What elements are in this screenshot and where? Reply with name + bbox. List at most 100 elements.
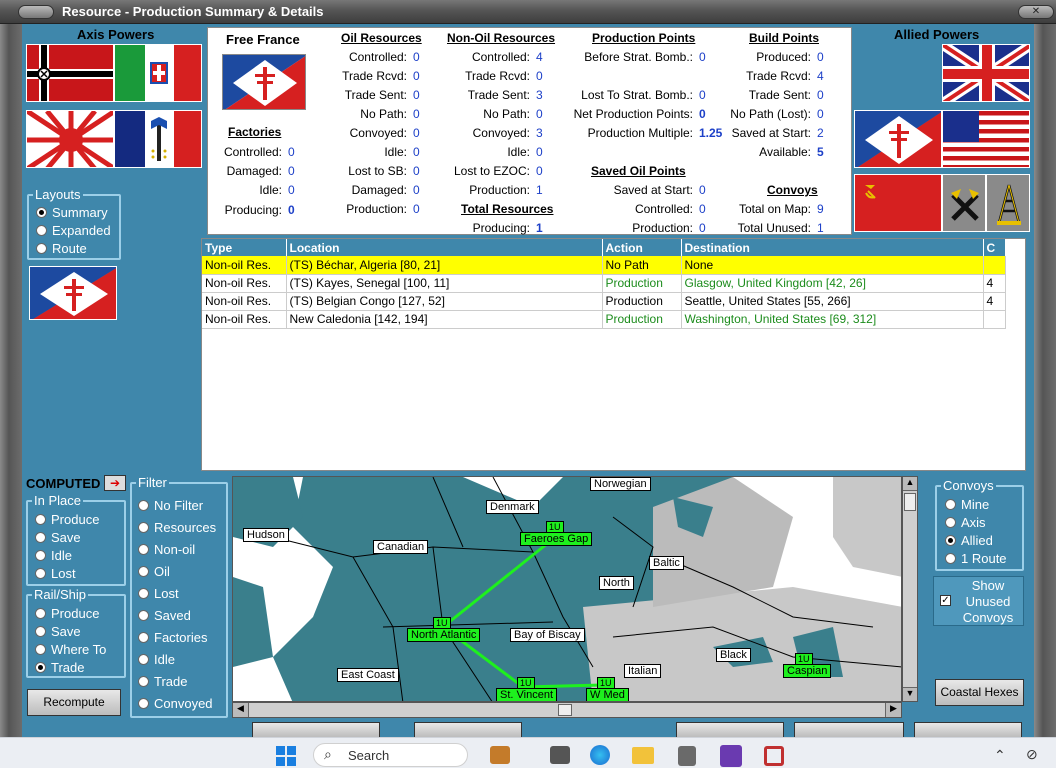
convoy-mine-radio[interactable]: Mine	[945, 497, 989, 512]
filter-trade-radio[interactable]: Trade	[138, 674, 187, 689]
taskbar: ⌕ Search ⌃ ⊘	[0, 737, 1056, 768]
bottom-button[interactable]	[414, 722, 522, 737]
edge-browser-icon[interactable]	[590, 745, 610, 765]
bottom-button[interactable]	[914, 722, 1022, 737]
filter-saved-radio[interactable]: Saved	[138, 608, 191, 623]
table-row[interactable]: Non-oil Res. (TS) Belgian Congo [127, 52…	[202, 292, 1006, 311]
japan-flag[interactable]	[26, 110, 114, 168]
radio-icon	[138, 698, 149, 709]
minimize-button[interactable]	[18, 5, 54, 19]
resource-table[interactable]: Type Location Action Destination C Non-o…	[201, 238, 1026, 471]
italy-flag[interactable]	[114, 44, 202, 102]
railship-produce-radio[interactable]: Produce	[35, 606, 99, 621]
radio-icon	[138, 588, 149, 599]
inplace-produce-radio[interactable]: Produce	[35, 512, 99, 527]
col-location[interactable]: Location	[286, 239, 603, 256]
convoy-zone-label[interactable]: Faeroes Gap	[520, 532, 593, 546]
table-row[interactable]: Non-oil Res. (TS) Kayes, Senegal [100, 1…	[202, 274, 1006, 293]
radio-icon	[138, 544, 149, 555]
germany-flag[interactable]	[26, 44, 114, 102]
total-producing: Producing: 1	[472, 221, 543, 235]
show-unused-convoys[interactable]: ✓ Show Unused Convoys	[933, 576, 1024, 626]
coastal-hexes-button[interactable]: Coastal Hexes	[935, 679, 1024, 706]
layout-summary-radio[interactable]: Summary	[36, 205, 108, 220]
arrow-right-icon[interactable]: ➔	[104, 475, 126, 491]
filter-factories-radio[interactable]: Factories	[138, 630, 207, 645]
chevron-up-icon[interactable]: ⌃	[994, 747, 1006, 764]
radio-selected-icon	[36, 207, 47, 218]
recompute-button[interactable]: Recompute	[27, 689, 121, 716]
game-app-icon[interactable]	[720, 745, 742, 767]
table-row[interactable]: Non-oil Res. New Caledonia [142, 194] Pr…	[202, 310, 1006, 329]
bp-row: No Path (Lost): 0	[730, 107, 824, 121]
scroll-left-icon[interactable]: ◀	[233, 703, 249, 717]
map-vertical-scrollbar[interactable]: ▲ ▼	[902, 476, 918, 702]
window-title: Resource - Production Summary & Details	[62, 4, 324, 19]
usa-flag[interactable]	[942, 110, 1030, 168]
scroll-right-icon[interactable]: ▶	[885, 703, 901, 717]
railship-save-radio[interactable]: Save	[35, 624, 81, 639]
selected-country-flag[interactable]	[29, 266, 117, 320]
col-destination[interactable]: Destination	[681, 239, 984, 256]
right-frame	[1034, 24, 1056, 737]
convoy-zone-label[interactable]: Caspian	[783, 664, 832, 678]
network-icon[interactable]: ⊘	[1026, 746, 1038, 763]
checkbox-checked-icon[interactable]: ✓	[940, 595, 951, 606]
snipping-tool-icon[interactable]	[764, 746, 784, 766]
close-button[interactable]: ✕	[1018, 5, 1054, 19]
filter-resources-radio[interactable]: Resources	[138, 520, 216, 535]
bottom-button[interactable]	[794, 722, 904, 737]
filter-oil-radio[interactable]: Oil	[138, 564, 170, 579]
app-library-icon[interactable]	[490, 746, 510, 764]
taskbar-search-box[interactable]: ⌕ Search	[313, 743, 468, 767]
uk-flag[interactable]	[942, 44, 1030, 102]
table-row[interactable]: Non-oil Res. (TS) Béchar, Algeria [80, 2…	[202, 256, 1006, 275]
horizontal-scroll-thumb[interactable]	[558, 704, 572, 716]
col-action[interactable]: Action	[602, 239, 682, 256]
bottom-button[interactable]	[676, 722, 784, 737]
filter-nonoil-radio[interactable]: Non-oil	[138, 542, 195, 557]
scroll-up-icon[interactable]: ▲	[903, 477, 917, 491]
oil-derrick-icon[interactable]	[986, 174, 1030, 232]
inplace-lost-radio[interactable]: Lost	[35, 566, 76, 581]
convoy-allied-radio[interactable]: Allied	[945, 533, 993, 548]
ussr-flag[interactable]	[854, 174, 942, 232]
filter-lost-radio[interactable]: Lost	[138, 586, 179, 601]
convoy-axis-radio[interactable]: Axis	[945, 515, 986, 530]
production-tools-icon[interactable]	[942, 174, 986, 232]
filter-idle-radio[interactable]: Idle	[138, 652, 175, 667]
vichy-france-flag[interactable]	[114, 110, 202, 168]
inplace-save-radio[interactable]: Save	[35, 530, 81, 545]
calculator-icon[interactable]	[678, 746, 696, 766]
search-label: Search	[348, 748, 390, 763]
axis-powers-title: Axis Powers	[77, 27, 155, 42]
railship-whereto-radio[interactable]: Where To	[35, 642, 106, 657]
col-type[interactable]: Type	[202, 239, 287, 256]
world-map[interactable]: Norwegian Denmark Baltic North Hudson Ca…	[232, 476, 902, 702]
radio-icon	[138, 500, 149, 511]
convoy-zone-label[interactable]: North Atlantic	[407, 628, 481, 642]
railship-trade-radio[interactable]: Trade	[35, 660, 84, 675]
filter-title: Filter	[136, 475, 169, 490]
filter-nofilter-radio[interactable]: No Filter	[138, 498, 203, 513]
map-label: Bay of Biscay	[510, 628, 585, 642]
map-horizontal-scrollbar[interactable]: ◀ ▶	[232, 702, 902, 718]
task-view-icon[interactable]	[550, 746, 570, 764]
filter-convoyed-radio[interactable]: Convoyed	[138, 696, 213, 711]
file-explorer-icon[interactable]	[632, 747, 654, 764]
computed-label: COMPUTED	[26, 476, 101, 491]
inplace-idle-radio[interactable]: Idle	[35, 548, 72, 563]
col-c[interactable]: C	[983, 239, 1006, 256]
convoy-zone-label[interactable]: St. Vincent	[496, 688, 557, 701]
layout-expanded-radio[interactable]: Expanded	[36, 223, 111, 238]
rail-ship-group: Rail/Ship Produce Save Where To Trade	[26, 587, 126, 678]
layout-route-radio[interactable]: Route	[36, 241, 87, 256]
convoy-1route-radio[interactable]: 1 Route	[945, 551, 1007, 566]
convoy-zone-label[interactable]: W Med	[586, 688, 629, 701]
scroll-down-icon[interactable]: ▼	[903, 687, 917, 701]
bottom-button[interactable]	[252, 722, 380, 737]
free-france-flag[interactable]	[854, 110, 942, 168]
windows-start-icon[interactable]	[276, 746, 298, 766]
radio-icon	[945, 517, 956, 528]
vertical-scroll-thumb[interactable]	[904, 493, 916, 511]
